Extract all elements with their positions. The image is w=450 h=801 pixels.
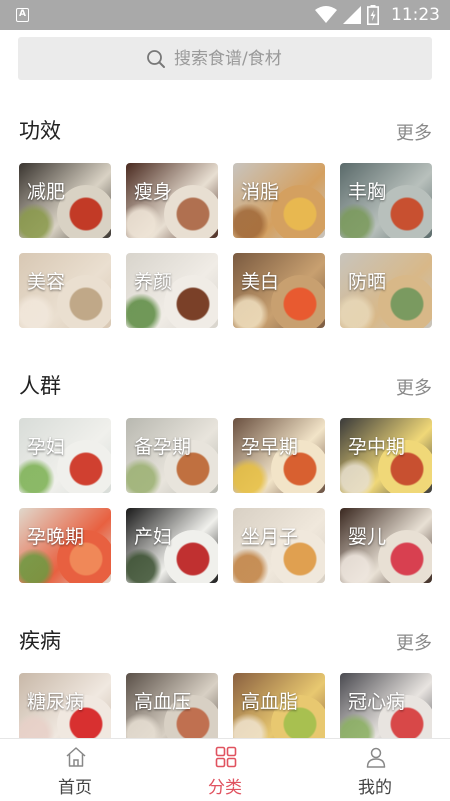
battery-icon [367, 5, 379, 25]
app-notification-icon: A [16, 8, 29, 22]
food-photo [57, 275, 111, 328]
section-title: 人群 [19, 374, 61, 398]
bottom-nav: 首页 分类 我的 [0, 738, 450, 800]
food-photo [340, 713, 376, 738]
category-tile[interactable]: 美容 [19, 253, 111, 328]
status-time: 11:23 [391, 5, 440, 25]
category-tile[interactable]: 美白 [233, 253, 325, 328]
nav-profile[interactable]: 我的 [300, 739, 450, 801]
food-photo [340, 458, 376, 493]
section-title: 功效 [19, 119, 61, 143]
search-icon [147, 49, 165, 68]
food-photo [126, 458, 162, 493]
search-bar[interactable] [18, 37, 432, 80]
tile-label: 瘦身 [134, 181, 173, 203]
tile-label: 减肥 [27, 181, 66, 203]
tile-label: 糖尿病 [27, 691, 85, 713]
nav-home[interactable]: 首页 [0, 739, 150, 801]
food-photo [340, 548, 376, 583]
food-photo [233, 548, 269, 583]
category-tile[interactable]: 减肥 [19, 163, 111, 238]
nav-category[interactable]: 分类 [150, 739, 300, 801]
food-photo [233, 293, 269, 328]
tile-label: 孕早期 [241, 436, 299, 458]
food-photo [164, 275, 218, 328]
signal-icon [343, 6, 361, 24]
category-tile[interactable]: 防晒 [340, 253, 432, 328]
category-tile[interactable]: 孕晚期 [19, 508, 111, 583]
food-photo [126, 713, 162, 738]
status-bar: A 11:23 [0, 0, 450, 30]
tile-label: 婴儿 [348, 526, 387, 548]
food-photo [19, 293, 55, 328]
food-photo [164, 185, 218, 238]
category-tile[interactable]: 高血脂 [233, 673, 325, 738]
search-input[interactable] [174, 48, 304, 69]
category-tile[interactable]: 冠心病 [340, 673, 432, 738]
food-photo [164, 530, 218, 583]
section-disease: 疾病 更多 糖尿病 高血压 高血脂 冠心病 [0, 625, 450, 738]
food-photo [378, 185, 432, 238]
category-tile[interactable]: 丰胸 [340, 163, 432, 238]
tile-label: 高血压 [134, 691, 192, 713]
category-tile[interactable]: 养颜 [126, 253, 218, 328]
more-link[interactable]: 更多 [396, 119, 432, 145]
tile-label: 冠心病 [348, 691, 406, 713]
tile-label: 孕妇 [27, 436, 66, 458]
category-tile[interactable]: 高血压 [126, 673, 218, 738]
home-icon [66, 747, 86, 767]
food-photo [233, 713, 269, 738]
food-photo [19, 203, 55, 238]
food-photo [57, 185, 111, 238]
food-photo [378, 275, 432, 328]
tile-label: 防晒 [348, 271, 387, 293]
tile-label: 美容 [27, 271, 66, 293]
category-tile[interactable]: 消脂 [233, 163, 325, 238]
nav-label: 首页 [58, 778, 92, 798]
tile-label: 消脂 [241, 181, 280, 203]
more-link[interactable]: 更多 [396, 374, 432, 400]
tile-label: 备孕期 [134, 436, 192, 458]
tile-label: 坐月子 [241, 526, 299, 548]
wifi-icon [315, 6, 337, 23]
food-photo [233, 458, 269, 493]
food-photo [19, 713, 55, 738]
user-icon [366, 747, 386, 768]
section-title: 疾病 [19, 629, 61, 653]
food-photo [126, 203, 162, 238]
nav-label: 我的 [358, 778, 392, 798]
tile-label: 养颜 [134, 271, 173, 293]
food-photo [19, 548, 55, 583]
food-photo [340, 203, 376, 238]
more-link[interactable]: 更多 [396, 629, 432, 655]
category-tile[interactable]: 孕中期 [340, 418, 432, 493]
section-efficacy: 功效 更多 减肥 瘦身 消脂 丰胸美容 养颜 美白 防晒 [0, 115, 450, 335]
tile-label: 丰胸 [348, 181, 387, 203]
food-photo [233, 203, 269, 238]
food-photo [340, 293, 376, 328]
section-population: 人群 更多 孕妇 备孕期 孕早期 孕中期孕晚期 产妇 坐月子 婴儿 [0, 370, 450, 590]
nav-label: 分类 [208, 778, 242, 798]
category-tile[interactable]: 婴儿 [340, 508, 432, 583]
category-grid-icon [215, 746, 237, 768]
category-tile[interactable]: 产妇 [126, 508, 218, 583]
food-photo [378, 530, 432, 583]
tile-label: 产妇 [134, 526, 173, 548]
category-tile[interactable]: 瘦身 [126, 163, 218, 238]
tile-label: 美白 [241, 271, 280, 293]
food-photo [126, 293, 162, 328]
food-photo [19, 458, 55, 493]
category-tile[interactable]: 坐月子 [233, 508, 325, 583]
category-tile[interactable]: 糖尿病 [19, 673, 111, 738]
food-photo [271, 275, 325, 328]
category-tile[interactable]: 备孕期 [126, 418, 218, 493]
food-photo [126, 548, 162, 583]
tile-label: 高血脂 [241, 691, 299, 713]
category-tile[interactable]: 孕妇 [19, 418, 111, 493]
food-photo [271, 185, 325, 238]
food-photo [57, 440, 111, 493]
tile-label: 孕晚期 [27, 526, 85, 548]
category-tile[interactable]: 孕早期 [233, 418, 325, 493]
tile-label: 孕中期 [348, 436, 406, 458]
